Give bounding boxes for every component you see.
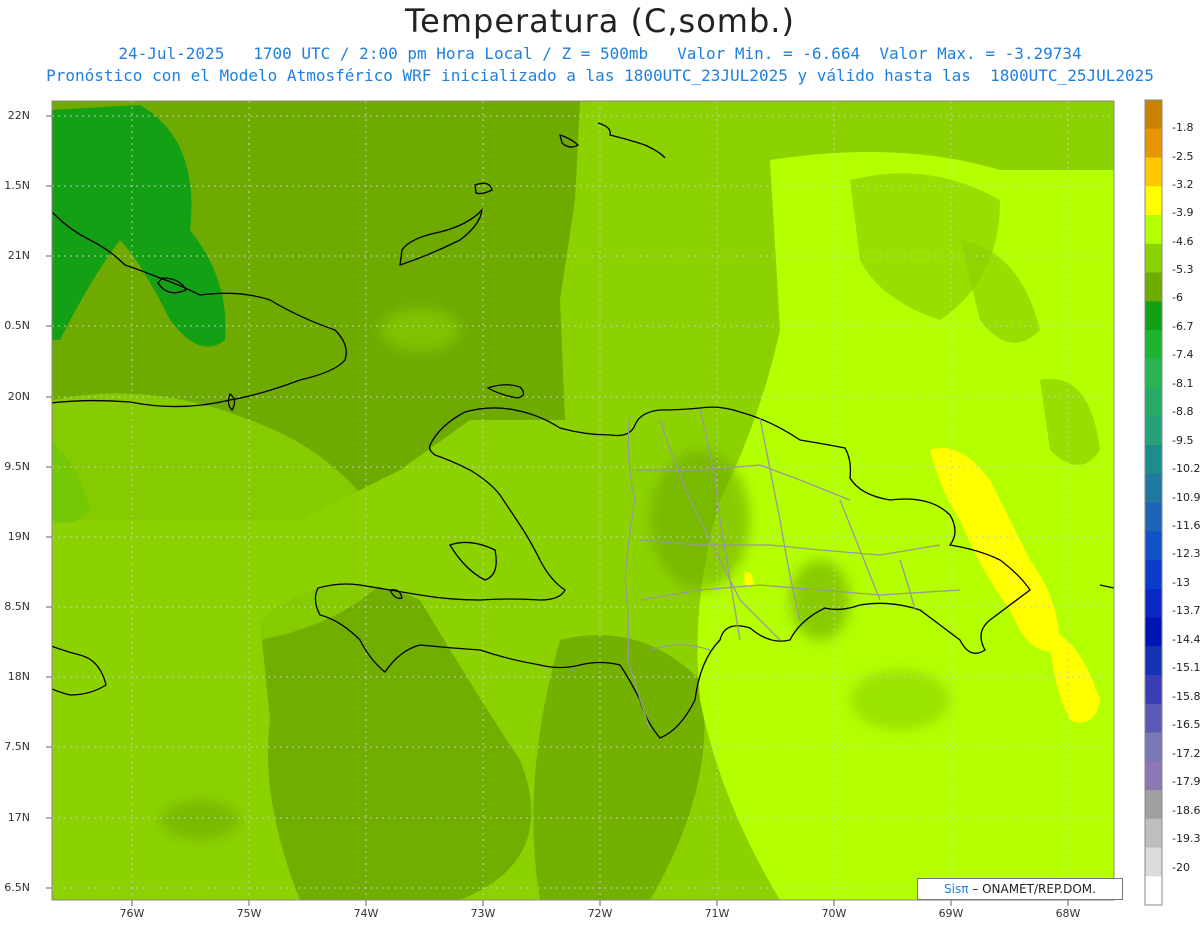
lat-label: 18N [7,670,30,683]
colorbar-swatch [1145,703,1162,734]
lon-label: 68W [1055,907,1081,920]
colorbar-swatch [1145,732,1162,762]
colorbar-label: -17.2 [1172,747,1200,760]
colorbar-swatch [1145,790,1162,820]
colorbar-label: -3.9 [1172,206,1194,219]
colorbar-swatch [1145,301,1162,331]
lat-label: 1.5N [4,179,30,192]
colorbar-label: -6 [1172,291,1183,304]
colorbar-label: -11.6 [1172,519,1200,532]
colorbar-swatch [1145,387,1162,417]
colorbar-label: -12.3 [1172,547,1200,560]
lon-label: 74W [353,907,379,920]
lon-label: 75W [236,907,262,920]
colorbar-swatch [1145,761,1162,791]
colorbar-swatch [1145,215,1162,245]
colorbar-label: -3.2 [1172,178,1194,191]
colorbar-label: -18.6 [1172,804,1200,817]
colorbar-swatch [1145,646,1162,676]
colorbar-swatch [1145,330,1162,360]
colorbar-label: -5.3 [1172,263,1194,276]
lat-label: 22N [7,109,30,122]
lon-label: 72W [587,907,613,920]
lon-label: 71W [704,907,730,920]
colorbar-swatch [1145,416,1162,446]
colorbar-label: -8.8 [1172,405,1194,418]
colorbar-label: -20 [1172,861,1190,874]
colorbar-label: -15.8 [1172,690,1200,703]
lon-label: 70W [821,907,847,920]
colorbar-label: -8.1 [1172,377,1194,390]
colorbar-label: -14.4 [1172,633,1200,646]
colorbar-label: -10.9 [1172,491,1200,504]
colorbar-label: -13.7 [1172,604,1200,617]
colorbar-label: -19.3 [1172,832,1200,845]
colorbar [1144,99,1163,906]
credit-brand: Sisπ [944,882,969,896]
colorbar-swatch [1145,100,1162,130]
colorbar-swatch [1145,876,1162,906]
colorbar-swatch [1145,473,1162,504]
colorbar-label: -10.2 [1172,462,1200,475]
colorbar-swatch [1145,445,1162,475]
colorbar-swatch [1145,157,1162,187]
colorbar-swatch [1145,617,1162,647]
colorbar-label: -9.5 [1172,434,1194,447]
colorbar-swatch [1145,502,1162,532]
lat-label: 20N [7,390,30,403]
lon-label: 76W [119,907,145,920]
lat-label: 7.5N [4,740,30,753]
map-title: Temperatura (C,somb.) [405,2,795,40]
colorbar-swatch [1145,358,1162,389]
colorbar-swatch [1145,818,1162,849]
colorbar-swatch [1145,588,1162,619]
colorbar-label: -13 [1172,576,1190,589]
colorbar-swatch [1145,847,1162,877]
lat-label: 6.5N [4,881,30,894]
credit-box: Sisπ – ONAMET/REP.DOM. [917,878,1123,900]
colorbar-swatch [1145,560,1162,590]
colorbar-label: -16.5 [1172,718,1200,731]
colorbar-label: -1.8 [1172,121,1194,134]
colorbar-swatch [1145,272,1162,302]
colorbar-swatch [1145,186,1162,216]
colorbar-label: -17.9 [1172,775,1200,788]
colorbar-swatch [1145,128,1162,159]
temperature-field [52,101,1114,900]
credit-text: – ONAMET/REP.DOM. [968,882,1096,896]
subtitle-valid-time: 24-Jul-2025 1700 UTC / 2:00 pm Hora Loca… [118,44,1082,63]
lat-label: 17N [7,811,30,824]
colorbar-swatch [1145,675,1162,705]
colorbar-label: -6.7 [1172,320,1194,333]
lat-label: 0.5N [4,319,30,332]
lon-label: 73W [470,907,496,920]
colorbar-swatch [1145,531,1162,561]
subtitle-model-run: Pronóstico con el Modelo Atmosférico WRF… [46,66,1154,85]
lat-label: 9.5N [4,460,30,473]
lat-label: 8.5N [4,600,30,613]
lat-label: 19N [7,530,30,543]
colorbar-swatch [1145,243,1162,274]
lon-label: 69W [938,907,964,920]
map-canvas [46,99,1163,906]
colorbar-label: -7.4 [1172,348,1194,361]
colorbar-label: -15.1 [1172,661,1200,674]
colorbar-label: -2.5 [1172,150,1194,163]
lat-label: 21N [7,249,30,262]
colorbar-label: -4.6 [1172,235,1194,248]
